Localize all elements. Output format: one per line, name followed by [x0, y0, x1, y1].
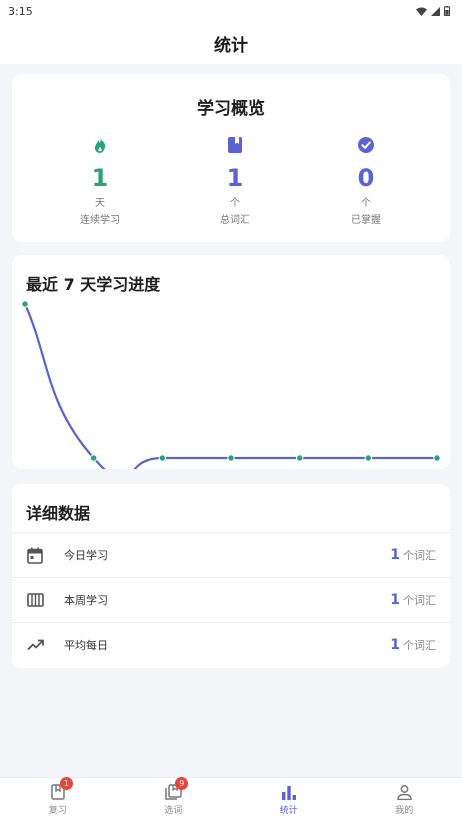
detail-row-average-value: 1 — [390, 637, 400, 653]
chart-point-1 — [21, 300, 29, 308]
check-circle-icon — [358, 137, 374, 153]
detail-row-today-value: 1 — [390, 547, 400, 563]
detail-row-week-value: 1 — [390, 592, 400, 608]
detail-row-week[interactable]: 本周学习 1 个词汇 — [12, 577, 450, 622]
nav-item-stats[interactable]: 统计 — [231, 778, 347, 821]
detail-title: 详细数据 — [26, 504, 91, 523]
progress-card: 最近 7 天学习进度 — [12, 255, 450, 469]
page-header: 统计 — [0, 22, 462, 64]
wifi-icon — [416, 7, 427, 16]
status-time: 3:15 — [8, 4, 33, 18]
detail-row-today[interactable]: 今日学习 1 个词汇 — [12, 532, 450, 577]
stat-total-words-unit: 个 — [230, 198, 240, 209]
progress-chart — [21, 300, 441, 469]
stat-mastered-unit: 个 — [361, 198, 371, 209]
overview-stats: 1 天 连续学习 1 个 总词汇 0 个 已掌握 — [12, 134, 450, 234]
stat-streak-label: 连续学习 — [80, 215, 120, 226]
chart-point-3 — [158, 454, 167, 462]
stat-total-words-label: 总词汇 — [220, 215, 250, 226]
review-icon: 1 — [48, 777, 73, 801]
nav-label-review: 复习 — [48, 806, 67, 816]
stat-streak-value: 1 — [91, 164, 109, 192]
select-words-badge: 9 — [175, 777, 189, 790]
detail-row-today-label: 今日学习 — [64, 549, 108, 562]
detail-row-week-unit: 个词汇 — [403, 594, 436, 607]
review-badge: 1 — [59, 777, 73, 790]
chart-point-5 — [295, 454, 304, 462]
detail-card: 详细数据 今日学习 1 个词汇 本周学习 1 个词汇 平均每日 1 个词汇 — [12, 484, 450, 668]
chart-point-7 — [433, 454, 441, 462]
week-icon — [24, 589, 46, 611]
overview-title: 学习概览 — [197, 99, 265, 119]
detail-row-average-label: 平均每日 — [64, 639, 108, 652]
chart-point-2 — [89, 454, 98, 462]
profile-icon — [394, 783, 414, 801]
stat-streak: 1 天 连续学习 — [50, 134, 150, 226]
chart-points — [21, 300, 441, 462]
stat-streak-unit: 天 — [95, 198, 105, 209]
calendar-icon — [24, 544, 46, 566]
nav-label-stats: 统计 — [279, 806, 298, 816]
page-title: 统计 — [214, 35, 248, 56]
status-icons — [416, 6, 450, 16]
chart-series-line — [23, 303, 437, 469]
signal-icon — [431, 6, 440, 16]
stat-mastered: 0 个 已掌握 — [316, 134, 416, 226]
chart-point-4 — [227, 454, 235, 462]
nav-label-profile: 我的 — [395, 806, 414, 816]
battery-icon — [444, 6, 450, 16]
stat-total-words-value: 1 — [226, 164, 244, 192]
nav-label-select-words: 选词 — [164, 806, 183, 816]
nav-item-review[interactable]: 1 复习 — [0, 777, 116, 821]
detail-row-average[interactable]: 平均每日 1 个词汇 — [12, 622, 450, 667]
stat-total-words: 1 个 总词汇 — [185, 134, 285, 226]
stat-mastered-value: 0 — [357, 164, 375, 192]
detail-row-average-unit: 个词汇 — [403, 639, 436, 652]
nav-item-profile[interactable]: 我的 — [347, 778, 462, 821]
nav-item-select-words[interactable]: 9 选词 — [116, 777, 232, 821]
overview-card: 学习概览 1 天 连续学习 1 个 总词汇 0 个 已掌握 — [12, 74, 450, 242]
select-words-icon: 9 — [163, 777, 189, 801]
bottom-nav: 1 复习 9 选词 统计 我的 — [0, 777, 462, 821]
book-icon — [228, 137, 242, 153]
chart-point-6 — [364, 454, 373, 462]
detail-row-week-label: 本周学习 — [64, 594, 108, 607]
trending-up-icon — [24, 634, 46, 656]
detail-row-today-unit: 个词汇 — [403, 549, 436, 562]
stats-icon — [279, 783, 299, 801]
fire-icon — [94, 137, 106, 153]
stat-mastered-label: 已掌握 — [351, 215, 381, 226]
status-bar: 3:15 — [0, 0, 462, 22]
